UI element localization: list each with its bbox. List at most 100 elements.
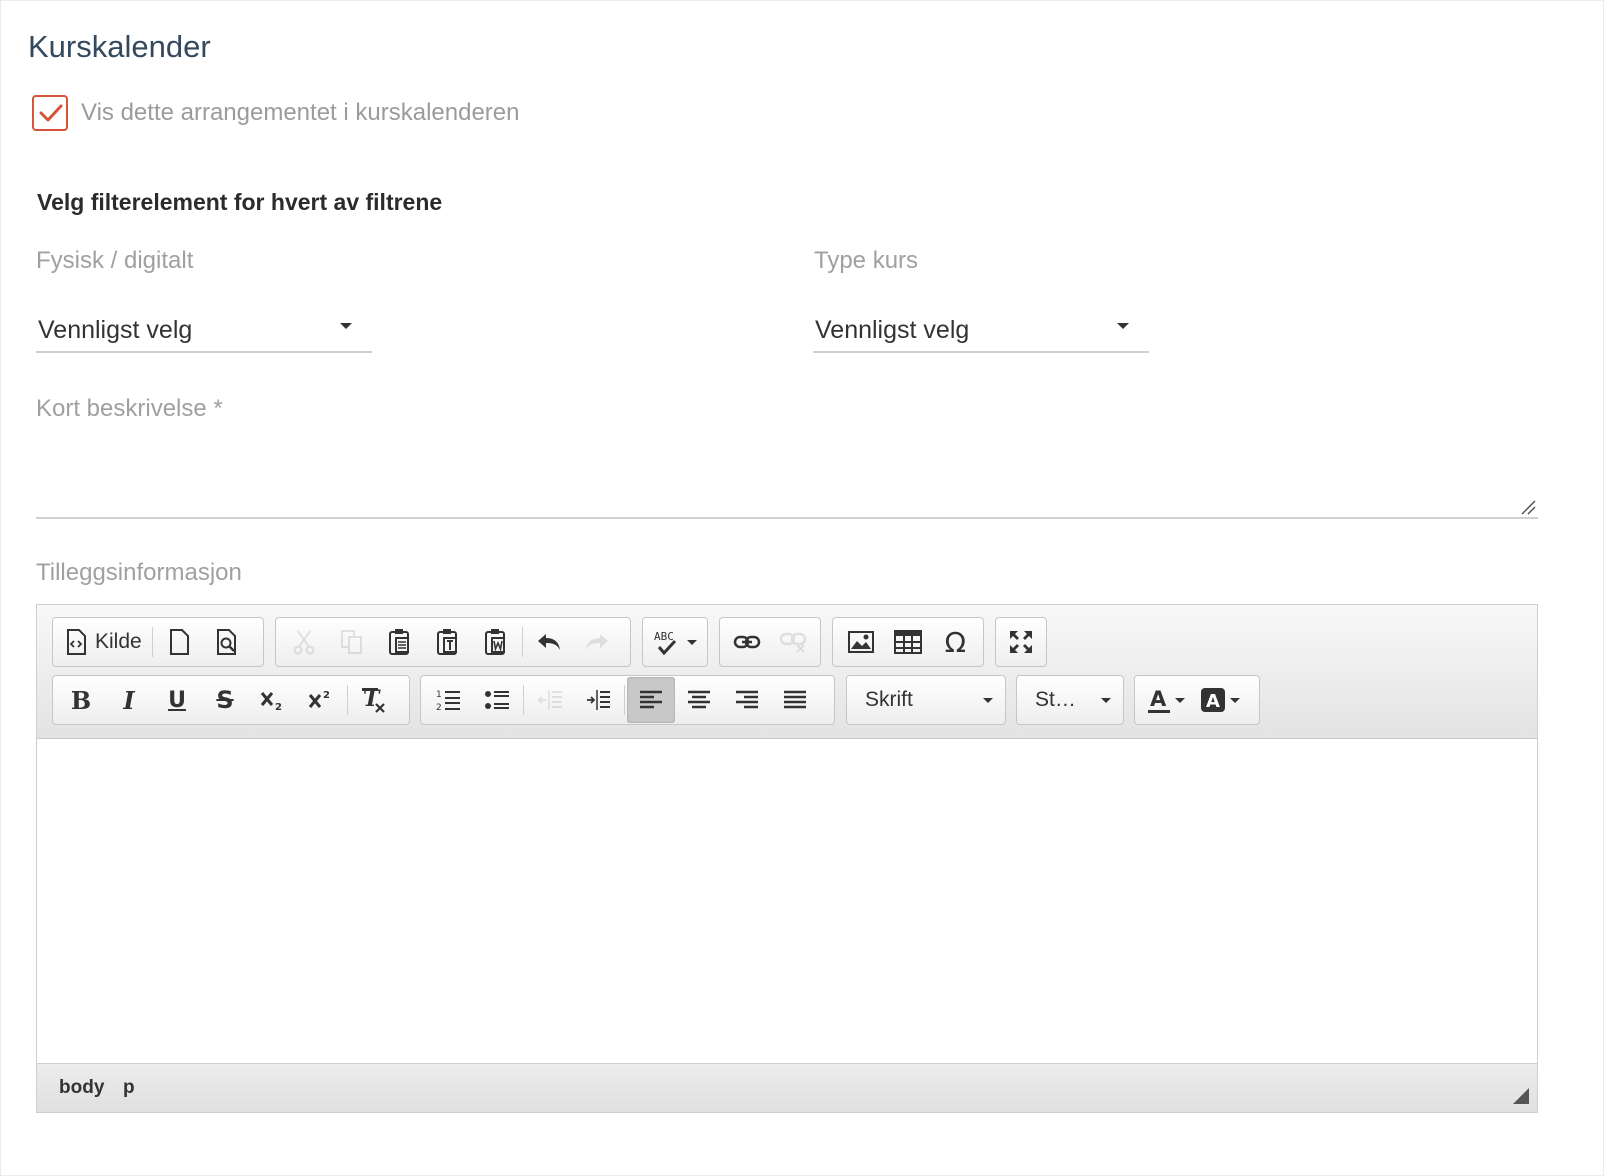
short-description-label: Kort beskrivelse * [36,395,223,422]
insert-group: Ω [832,617,984,667]
preview-button[interactable] [203,619,251,665]
redo-button[interactable] [573,619,621,665]
document-group: Kilde [52,617,264,667]
toolbar-separator [523,685,524,715]
resize-grip-icon[interactable] [1513,1088,1529,1104]
font-size-select[interactable]: St… [1016,675,1124,725]
background-color-button[interactable]: A [1193,677,1247,723]
paste-text-button[interactable] [424,619,472,665]
outdent-button[interactable] [526,677,574,723]
maximize-button[interactable] [1000,619,1042,665]
superscript-button[interactable]: 2 [297,677,345,723]
font-select[interactable]: Skrift [846,675,1006,725]
editor-toolbar: Kilde ABC Ω B I U S 2 2 T 1 2 Skrift St…… [37,605,1537,739]
underline-icon: U [168,687,186,713]
show-in-calendar-row[interactable]: Vis dette arrangementet i kurskalenderen [32,95,519,131]
chevron-down-icon [1230,697,1240,703]
copy-button[interactable] [328,619,376,665]
align-center-button[interactable] [675,677,723,723]
toolbar-separator [347,685,348,715]
align-left-icon [640,690,662,709]
redo-icon [586,634,608,650]
toolbar-separator [522,627,523,657]
spellcheck-button[interactable]: ABC [647,619,703,665]
spellcheck-icon: ABC [654,630,677,656]
special-char-icon: Ω [944,625,967,659]
chevron-down-icon [1101,698,1111,703]
remove-format-button[interactable]: T [350,677,398,723]
table-icon [893,630,922,654]
physical-digital-select[interactable]: Vennligst velg [36,313,372,353]
link-group [719,617,821,667]
svg-text:A: A [1150,687,1167,711]
bold-icon: B [70,685,92,715]
text-color-button[interactable]: A [1139,677,1193,723]
cut-button[interactable] [280,619,328,665]
element-path-body[interactable]: body [59,1077,104,1099]
toolbar-separator [151,627,153,657]
chevron-down-icon [1117,323,1129,329]
cut-icon [293,630,315,655]
copy-icon [341,630,362,654]
undo-icon [538,634,560,650]
undo-button[interactable] [525,619,573,665]
course-type-value: Vennligst velg [815,316,970,344]
source-icon [67,629,86,655]
rich-text-editor: Kilde ABC Ω B I U S 2 2 T 1 2 Skrift St…… [36,604,1538,1113]
align-right-button[interactable] [723,677,771,723]
indent-button[interactable] [574,677,622,723]
source-button[interactable]: Kilde [57,619,150,665]
bulleted-list-button[interactable] [473,677,521,723]
italic-icon: I [123,685,135,715]
numbered-list-button[interactable]: 1 2 [425,677,473,723]
checkmark-icon [39,104,63,122]
underline-button[interactable]: U [153,677,201,723]
svg-text:ABC: ABC [654,630,674,643]
additional-info-label: Tilleggsinformasjon [36,559,242,586]
source-label: Kilde [95,630,142,653]
view-group [995,617,1047,667]
subscript-icon: 2 [260,692,282,711]
new-page-button[interactable] [155,619,203,665]
link-icon [733,635,761,649]
indent-icon [587,690,610,710]
colors-group: A A [1134,675,1260,725]
show-in-calendar-checkbox[interactable] [32,95,68,131]
chevron-down-icon [687,639,697,645]
show-in-calendar-label: Vis dette arrangementet i kurskalenderen [81,99,520,126]
paste-word-button[interactable] [472,619,520,665]
unlink-button[interactable] [770,619,816,665]
strikethrough-icon: S [216,686,234,714]
align-center-icon [688,690,710,709]
image-icon [847,631,874,653]
image-button[interactable] [837,619,884,665]
text-color-icon: A [1148,687,1170,713]
short-description-textarea[interactable] [36,441,1538,519]
svg-text:2: 2 [275,702,282,711]
link-button[interactable] [724,619,770,665]
paste-button[interactable] [376,619,424,665]
svg-text:2: 2 [323,690,330,701]
bold-button[interactable]: B [57,677,105,723]
chevron-down-icon [983,698,993,703]
justify-button[interactable] [771,677,819,723]
strikethrough-button[interactable]: S [201,677,249,723]
chevron-down-icon [340,323,352,329]
font-select-value: Skrift [865,688,913,711]
font-size-select-value: St… [1035,688,1076,711]
clipboard-group [275,617,631,667]
special-char-button[interactable]: Ω [932,619,979,665]
course-type-label: Type kurs [814,247,919,274]
paste-word-icon [485,629,505,655]
align-left-button[interactable] [627,677,675,723]
resize-grip-icon[interactable] [1520,499,1536,515]
course-type-select[interactable]: Vennligst velg [813,313,1149,353]
italic-button[interactable]: I [105,677,153,723]
editor-content[interactable] [37,739,1537,1063]
subscript-button[interactable]: 2 [249,677,297,723]
element-path-p[interactable]: p [123,1077,135,1099]
toolbar-separator [624,685,625,715]
table-button[interactable] [884,619,931,665]
physical-digital-label: Fysisk / digitalt [36,247,194,274]
paste-icon [389,629,409,655]
